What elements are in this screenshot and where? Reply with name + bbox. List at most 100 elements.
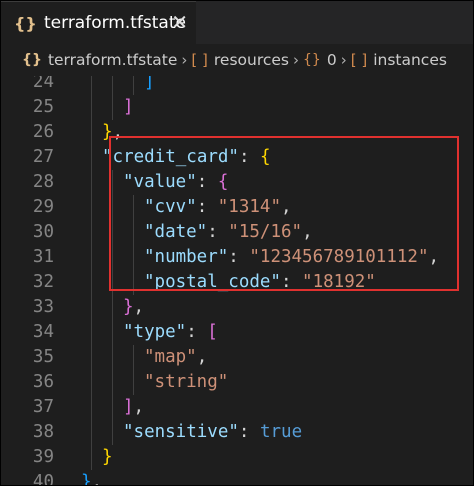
breadcrumb-index[interactable]: {} 0 (303, 51, 337, 69)
indent-guide (91, 170, 92, 195)
tab-terraform-tfstate[interactable]: {} terraform.tfstate ✕ (0, 0, 196, 44)
code-token: "postal_code" (144, 272, 281, 292)
indent-guide (91, 120, 92, 145)
line-number: 26 (32, 122, 54, 142)
code-token: , (91, 472, 103, 486)
code-line: 33}, (0, 295, 474, 320)
code-text: "credit_card": { (102, 145, 271, 170)
indent-guide (112, 270, 113, 295)
indent-guide (112, 370, 113, 395)
code-token: "type" (123, 322, 187, 342)
code-line: 37], (0, 395, 474, 420)
code-token: [ (207, 322, 218, 342)
code-token: , (302, 222, 313, 242)
indent-guide (91, 245, 92, 270)
breadcrumb-instances-label: instances (373, 51, 447, 69)
code-text: }, (123, 295, 144, 320)
code-token: "18192" (302, 272, 376, 292)
indent-guide (91, 445, 92, 470)
breadcrumb-file[interactable]: {} terraform.tfstate (22, 51, 177, 69)
code-token: "date" (144, 222, 208, 242)
indent-guide (91, 320, 92, 345)
indent-guide (91, 345, 92, 370)
code-token: : (280, 272, 303, 292)
indent-guide (91, 95, 92, 120)
breadcrumb-resources[interactable]: [ ] resources (191, 51, 289, 69)
code-token: } (123, 297, 134, 317)
chevron-right-icon: › (293, 51, 299, 69)
indent-guide (112, 345, 113, 370)
code-token: } (81, 472, 92, 486)
line-number: 34 (32, 322, 54, 342)
line-number: 40 (32, 472, 54, 486)
indent-guide (133, 220, 134, 245)
code-line: 27 "credit_card": { (0, 145, 474, 170)
code-line: 29 "cvv": "1314", (0, 195, 474, 220)
code-token: : (186, 322, 208, 342)
line-number: 25 (32, 97, 54, 117)
indent-guide (91, 420, 92, 445)
tab-bar: {} terraform.tfstate ✕ (0, 0, 474, 44)
indent-guide (112, 76, 113, 95)
code-token: "value" (123, 172, 197, 192)
indent-guide (112, 320, 113, 345)
code-text: "string" (144, 370, 228, 395)
code-editor[interactable]: 24] 25] 26}, 27 "credit_card": {28 "value": {… (0, 76, 474, 486)
code-token: , (133, 297, 145, 317)
code-token: , (196, 347, 208, 367)
array-icon: [ ] (191, 51, 208, 69)
code-line: 38 "sensitive": true (0, 420, 474, 445)
code-token: : (196, 197, 218, 217)
json-file-icon: {} (22, 52, 42, 68)
indent-guide (91, 220, 92, 245)
code-token: "123456789101112" (249, 247, 429, 267)
code-token: "string" (144, 372, 229, 392)
indent-guide (133, 370, 134, 395)
code-text: } (102, 445, 113, 470)
code-token: , (133, 397, 145, 417)
code-text: "date": "15/16", (144, 220, 313, 245)
code-line: 25] (0, 95, 474, 120)
indent-guide (112, 395, 113, 420)
code-text: }, (102, 120, 123, 145)
code-text: "number": "123456789101112", (144, 245, 439, 270)
code-text: }, (81, 470, 102, 486)
indent-guide (112, 95, 113, 120)
indent-guide (112, 195, 113, 220)
code-token: { (217, 172, 229, 192)
breadcrumb-file-label: terraform.tfstate (47, 51, 178, 69)
code-token: , (428, 247, 440, 267)
code-token: ] (123, 97, 134, 117)
chevron-right-icon: › (340, 51, 347, 69)
line-number: 38 (32, 422, 54, 442)
indent-guide (91, 76, 92, 95)
code-text: "map", (144, 345, 207, 370)
code-text: "type": [ (123, 320, 218, 345)
line-number: 30 (32, 222, 54, 242)
indent-guide (112, 220, 113, 245)
chevron-right-icon: › (181, 51, 188, 69)
code-text: ] (123, 95, 134, 120)
code-token: "number" (144, 247, 229, 267)
indent-guide (91, 395, 92, 420)
code-token: : (196, 172, 218, 192)
code-line: 36 "string" (0, 370, 474, 395)
breadcrumb-index-label: 0 (326, 51, 337, 69)
indent-guide (112, 295, 113, 320)
indent-guide (133, 76, 134, 95)
code-line: 26}, (0, 120, 474, 145)
code-token: { (260, 147, 271, 167)
line-number: 31 (32, 247, 54, 267)
breadcrumb-resources-label: resources (213, 51, 289, 69)
code-line: 39} (0, 445, 474, 470)
close-icon[interactable]: ✕ (171, 11, 188, 33)
code-line: 32 "postal_code": "18192" (0, 270, 474, 295)
indent-guide (133, 195, 134, 220)
code-token: : (207, 222, 229, 242)
code-text: "cvv": "1314", (144, 195, 292, 220)
code-token: , (112, 122, 124, 142)
breadcrumb-instances[interactable]: [ ] instances (351, 51, 447, 69)
indent-guide (91, 195, 92, 220)
breadcrumb: {} terraform.tfstate › [ ] resources › {… (0, 44, 474, 76)
indent-guide (112, 420, 113, 445)
